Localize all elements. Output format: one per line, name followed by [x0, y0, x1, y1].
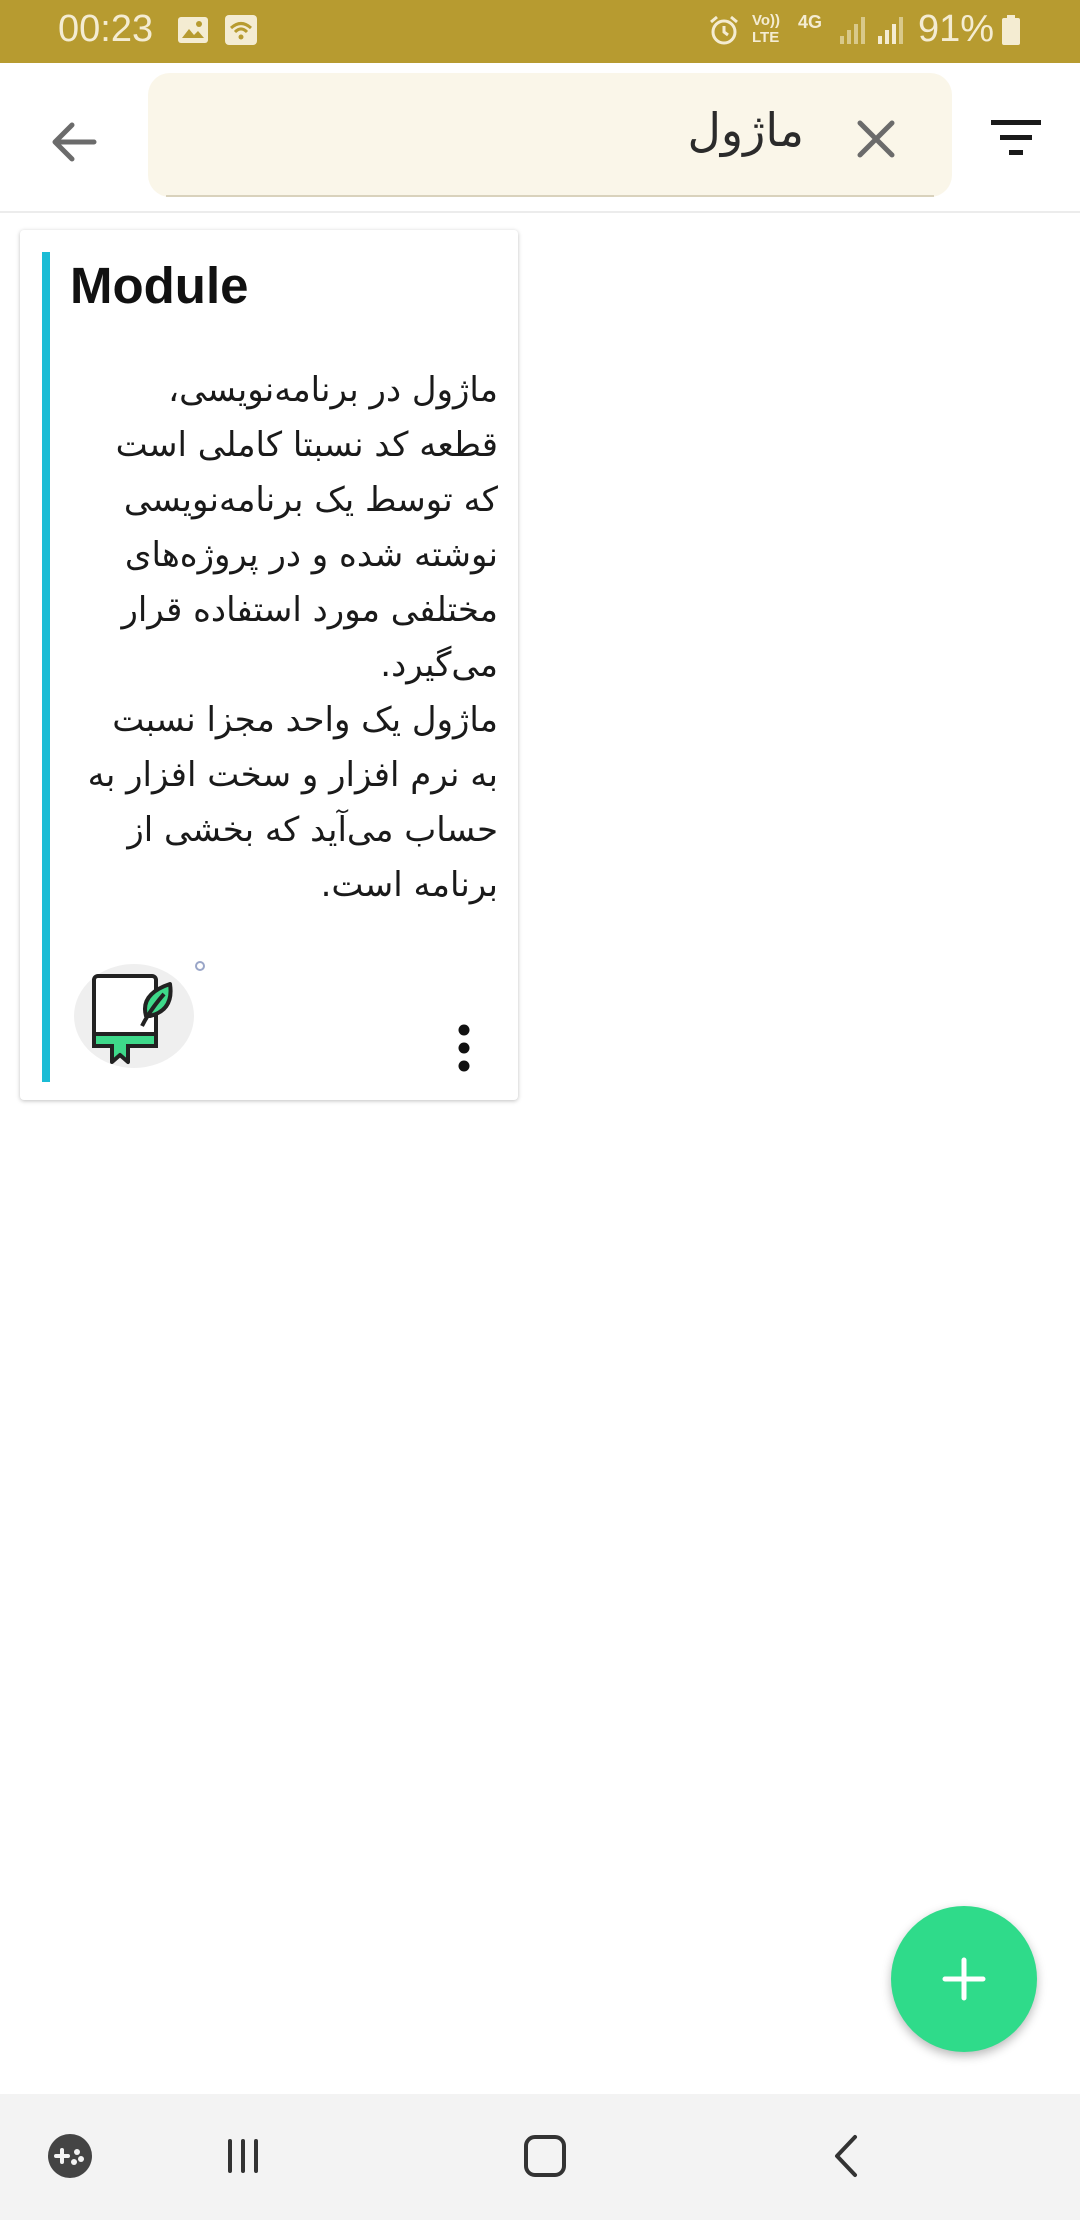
close-icon [857, 120, 895, 158]
clear-search-button[interactable] [850, 113, 902, 165]
status-bar: 00:23 Vo)) LTE 4G 91% [0, 0, 1080, 63]
status-time: 00:23 [58, 8, 154, 50]
arrow-left-icon [52, 122, 97, 162]
game-launcher-button[interactable] [40, 2126, 100, 2186]
more-vertical-icon [458, 1024, 470, 1072]
search-input-value[interactable]: ماژول [687, 103, 804, 157]
book-leaf-icon [74, 961, 205, 1068]
note-card[interactable]: Module ماژول در برنامه‌نویسی، قطعه کد نس… [20, 230, 518, 1100]
filter-icon [991, 120, 1041, 155]
gallery-icon [178, 17, 208, 43]
plus-icon [942, 1957, 986, 2001]
back-button[interactable] [40, 108, 108, 176]
game-launcher-icon [48, 2134, 92, 2178]
add-note-button[interactable] [891, 1906, 1037, 2052]
card-body: ماژول در برنامه‌نویسی، قطعه کد نسبتا کام… [87, 370, 498, 905]
card-more-button[interactable] [444, 1020, 484, 1080]
search-field[interactable]: ماژول [148, 73, 952, 197]
search-underline [166, 195, 934, 197]
recents-button[interactable] [213, 2126, 273, 2186]
card-accent-bar [42, 252, 50, 1082]
home-icon [524, 2135, 566, 2177]
wifi-icon [225, 15, 257, 45]
search-toolbar: ماژول [0, 63, 1080, 213]
signal-icon [878, 17, 903, 44]
recents-icon [228, 2139, 258, 2173]
signal-icon [840, 17, 865, 44]
alarm-icon [710, 15, 738, 45]
4g-icon: 4G [798, 12, 823, 32]
home-button[interactable] [515, 2126, 575, 2186]
back-icon [835, 2135, 857, 2177]
battery-icon [1002, 15, 1020, 45]
volte-icon: Vo)) LTE [752, 12, 781, 46]
battery-percent: 91% [918, 8, 995, 50]
filter-button[interactable] [986, 112, 1046, 164]
card-title: Module [70, 257, 249, 314]
system-navigation-bar [0, 2094, 1080, 2220]
back-nav-button[interactable] [818, 2126, 878, 2186]
